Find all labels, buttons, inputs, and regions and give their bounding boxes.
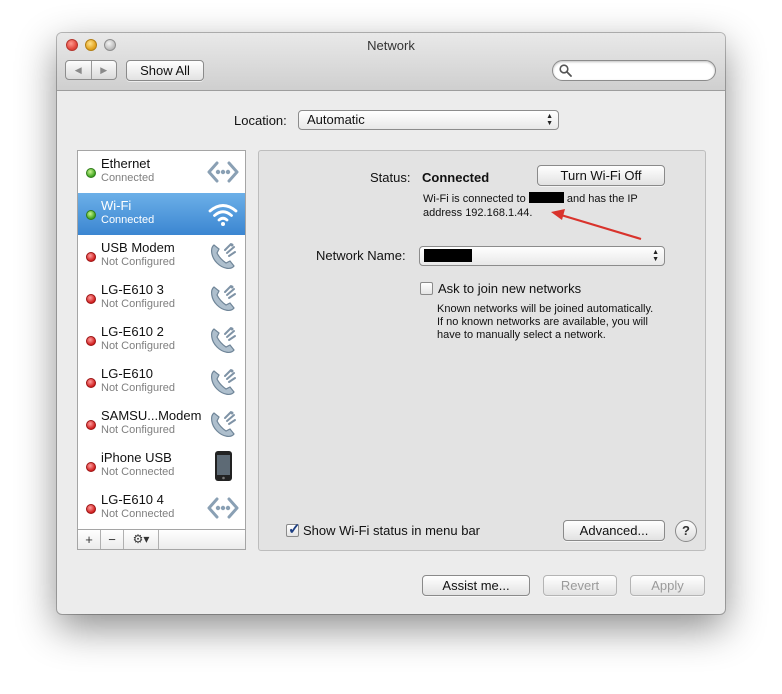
- ethernet-icon: [207, 156, 239, 188]
- updown-arrows-icon: ▲ ▼: [652, 249, 659, 263]
- updown-arrows-icon: ▲ ▼: [546, 113, 553, 127]
- ask-to-join-description-2: If no known networks are available, you …: [437, 316, 648, 328]
- revert-button[interactable]: Revert: [543, 575, 617, 596]
- ask-to-join-label: Ask to join new networks: [438, 281, 582, 296]
- service-item[interactable]: SAMSU...Modem Not Configured: [78, 403, 245, 445]
- search-input[interactable]: [575, 62, 709, 80]
- ask-to-join-description-3: have to manually select a network.: [437, 329, 606, 341]
- status-dot-icon: [86, 168, 96, 178]
- status-dot-icon: [86, 210, 96, 220]
- wifi-icon: [207, 198, 239, 230]
- apply-button[interactable]: Apply: [630, 575, 705, 596]
- title-bar: Network ◀ ▶ Show All: [57, 33, 725, 91]
- service-name: Wi-Fi: [101, 198, 132, 213]
- service-name: LG-E610 2: [101, 324, 164, 339]
- phone-icon: [207, 324, 239, 356]
- window-title: Network: [367, 38, 415, 53]
- phone-icon: [207, 240, 239, 272]
- assist-me-button[interactable]: Assist me...: [422, 575, 530, 596]
- remove-service-button[interactable]: −: [101, 530, 124, 549]
- status-dot-icon: [86, 504, 96, 514]
- service-item[interactable]: LG-E610 Not Configured: [78, 361, 245, 403]
- search-field[interactable]: [552, 60, 716, 81]
- add-service-button[interactable]: +: [78, 530, 101, 549]
- service-item[interactable]: LG-E610 2 Not Configured: [78, 319, 245, 361]
- service-status: Connected: [101, 214, 155, 226]
- help-button[interactable]: ?: [675, 520, 697, 542]
- service-name: LG-E610 4: [101, 492, 164, 507]
- status-dot-icon: [86, 252, 96, 262]
- status-dot-icon: [86, 294, 96, 304]
- connection-description-text: Wi-Fi is connected to: [423, 193, 526, 205]
- service-item[interactable]: iPhone USB Not Connected: [78, 445, 245, 487]
- iphone-icon: [207, 450, 239, 482]
- status-value: Connected: [422, 170, 490, 185]
- ask-to-join-checkbox[interactable]: [420, 282, 433, 295]
- advanced-button[interactable]: Advanced...: [563, 520, 665, 541]
- service-name: Ethernet: [101, 156, 151, 171]
- location-popup[interactable]: Automatic ▲ ▼: [298, 110, 559, 130]
- status-dot-icon: [86, 420, 96, 430]
- service-status: Not Configured: [101, 298, 175, 310]
- ask-to-join-description-1: Known networks will be joined automatica…: [437, 303, 654, 315]
- checkmark-icon: ✓: [288, 521, 301, 538]
- service-status: Not Connected: [101, 466, 175, 478]
- service-name: USB Modem: [101, 240, 175, 255]
- show-all-button[interactable]: Show All: [126, 60, 204, 81]
- show-wifi-status-label: Show Wi-Fi status in menu bar: [303, 523, 481, 538]
- show-wifi-status-checkbox[interactable]: ✓: [286, 521, 301, 538]
- status-dot-icon: [86, 462, 96, 472]
- service-status: Not Configured: [101, 382, 175, 394]
- gear-menu-button[interactable]: ⚙▾: [124, 530, 159, 549]
- service-status: Not Configured: [101, 424, 175, 436]
- location-value: Automatic: [307, 112, 365, 127]
- phone-icon: [207, 366, 239, 398]
- status-dot-icon: [86, 378, 96, 388]
- service-name: SAMSU...Modem: [101, 408, 202, 423]
- phone-icon: [207, 282, 239, 314]
- network-name-popup[interactable]: ▲ ▼: [419, 246, 665, 266]
- service-list: Ethernet Connected Wi-Fi Connected USB Modem…: [77, 150, 246, 550]
- service-item[interactable]: USB Modem Not Configured: [78, 235, 245, 277]
- forward-button[interactable]: ▶: [92, 61, 117, 79]
- turn-wifi-off-button[interactable]: Turn Wi-Fi Off: [537, 165, 665, 186]
- service-name: LG-E610 3: [101, 282, 164, 297]
- search-icon: [559, 64, 572, 77]
- service-status: Connected: [101, 172, 155, 184]
- location-label: Location:: [234, 113, 287, 128]
- redacted-network-name: [528, 192, 564, 203]
- network-preferences-window: Network ◀ ▶ Show All Location: Automatic…: [57, 33, 725, 614]
- service-item[interactable]: LG-E610 4 Not Connected: [78, 487, 245, 529]
- redacted-network-value: [424, 249, 472, 262]
- status-dot-icon: [86, 336, 96, 346]
- service-item[interactable]: Wi-Fi Connected: [78, 193, 245, 235]
- network-name-label: Network Name:: [316, 248, 406, 263]
- service-name: iPhone USB: [101, 450, 172, 465]
- service-name: LG-E610: [101, 366, 154, 381]
- annotation-arrow-icon: [551, 209, 642, 241]
- service-status: Not Connected: [101, 508, 175, 520]
- back-forward-control: ◀ ▶: [65, 60, 117, 80]
- back-button[interactable]: ◀: [66, 61, 92, 79]
- phone-icon: [207, 408, 239, 440]
- ethernet-icon: [207, 492, 239, 524]
- service-status: Not Configured: [101, 256, 175, 268]
- status-label: Status:: [370, 170, 411, 185]
- service-item[interactable]: Ethernet Connected: [78, 151, 245, 193]
- service-item[interactable]: LG-E610 3 Not Configured: [78, 277, 245, 319]
- ip-address-text: address 192.168.1.44.: [423, 207, 533, 219]
- service-list-controls: + − ⚙▾: [77, 529, 246, 550]
- service-status: Not Configured: [101, 340, 175, 352]
